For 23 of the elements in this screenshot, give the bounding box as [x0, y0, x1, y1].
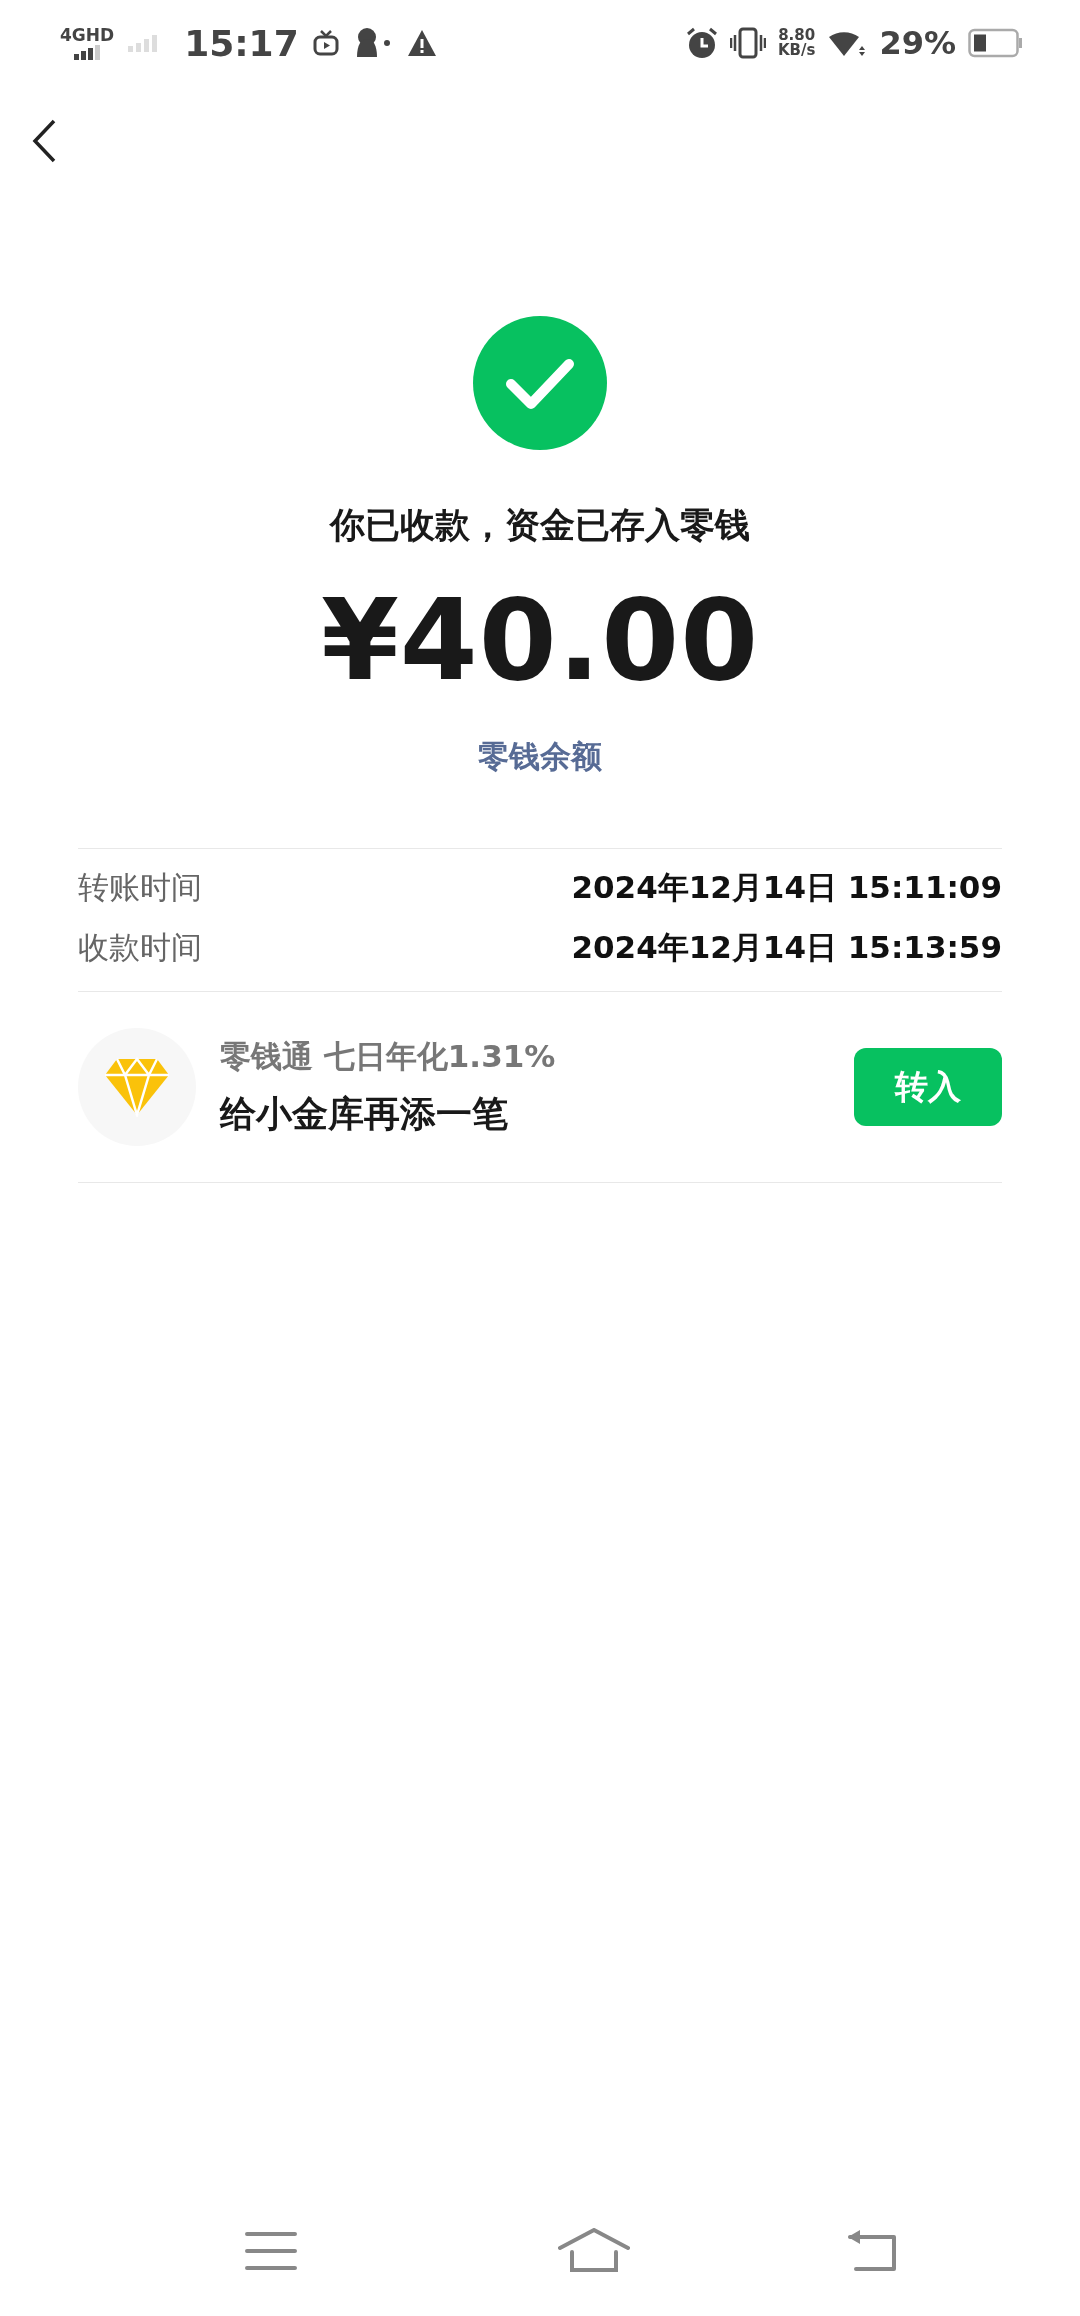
battery-percent: 29% — [879, 24, 956, 62]
detail-label: 转账时间 — [78, 868, 202, 908]
speed-unit: KB/s — [777, 43, 816, 58]
promo-title: 给小金库再添一笔 — [220, 1091, 509, 1136]
status-message: 你已收款，资金已存入零钱 — [330, 504, 750, 547]
battery-icon — [968, 28, 1024, 58]
speed-value: 8.80 — [778, 28, 816, 43]
amount: ¥40.00 — [320, 579, 760, 703]
detail-label: 收款时间 — [78, 928, 202, 968]
vibrate-icon — [729, 27, 766, 59]
detail-value: 2024年12月14日 15:13:59 — [571, 928, 1002, 968]
home-icon[interactable] — [558, 2228, 630, 2274]
detail-value: 2024年12月14日 15:11:09 — [571, 868, 1002, 908]
success-check-icon — [473, 316, 607, 450]
tv-icon — [312, 30, 339, 56]
menu-icon[interactable] — [245, 2231, 297, 2271]
clock: 15:17 — [184, 22, 299, 64]
signal-icon — [72, 43, 103, 60]
alarm-icon — [685, 27, 718, 59]
balance-link[interactable]: 零钱余额 — [478, 736, 602, 779]
network-label: 4GHD — [60, 26, 115, 44]
warning-icon — [406, 29, 437, 57]
promo-subtitle: 零钱通 七日年化1.31% — [220, 1036, 557, 1076]
